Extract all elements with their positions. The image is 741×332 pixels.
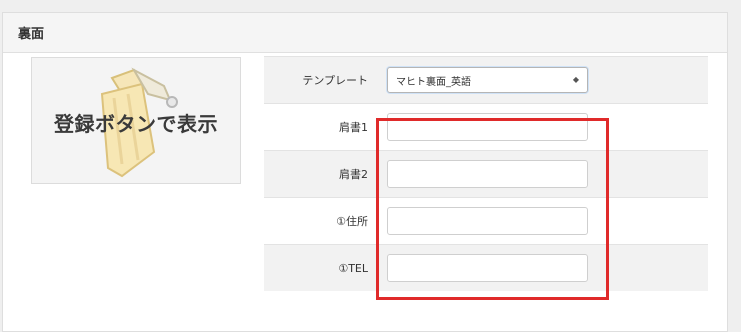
- address1-input[interactable]: [387, 207, 588, 235]
- up-down-caret-icon: ◆: [572, 75, 579, 84]
- address1-label: ①住所: [336, 215, 368, 228]
- title1-row: 肩書1: [264, 103, 708, 150]
- panel-title: 裏面: [3, 13, 727, 53]
- tel1-input[interactable]: [387, 254, 588, 282]
- tel1-row: ①TEL: [264, 244, 708, 291]
- template-label: テンプレート: [302, 74, 368, 87]
- preview-label: 登録ボタンで表示: [54, 112, 218, 136]
- template-select[interactable]: マヒト裏面_英語 ◆: [387, 67, 588, 93]
- title2-input[interactable]: [387, 160, 588, 188]
- address1-row: ①住所: [264, 197, 708, 244]
- title2-label: 肩書2: [339, 168, 368, 181]
- title2-row: 肩書2: [264, 150, 708, 197]
- title1-input[interactable]: [387, 113, 588, 141]
- preview-box: 登録ボタンで表示: [31, 57, 241, 184]
- form-rows: テンプレート マヒト裏面_英語 ◆ 肩書1 肩書2 ①住所 ①TEL: [264, 56, 708, 291]
- title1-label: 肩書1: [339, 121, 368, 134]
- tel1-label: ①TEL: [338, 261, 368, 275]
- template-select-value: マヒト裏面_英語: [396, 76, 471, 88]
- template-row: テンプレート マヒト裏面_英語 ◆: [264, 56, 708, 103]
